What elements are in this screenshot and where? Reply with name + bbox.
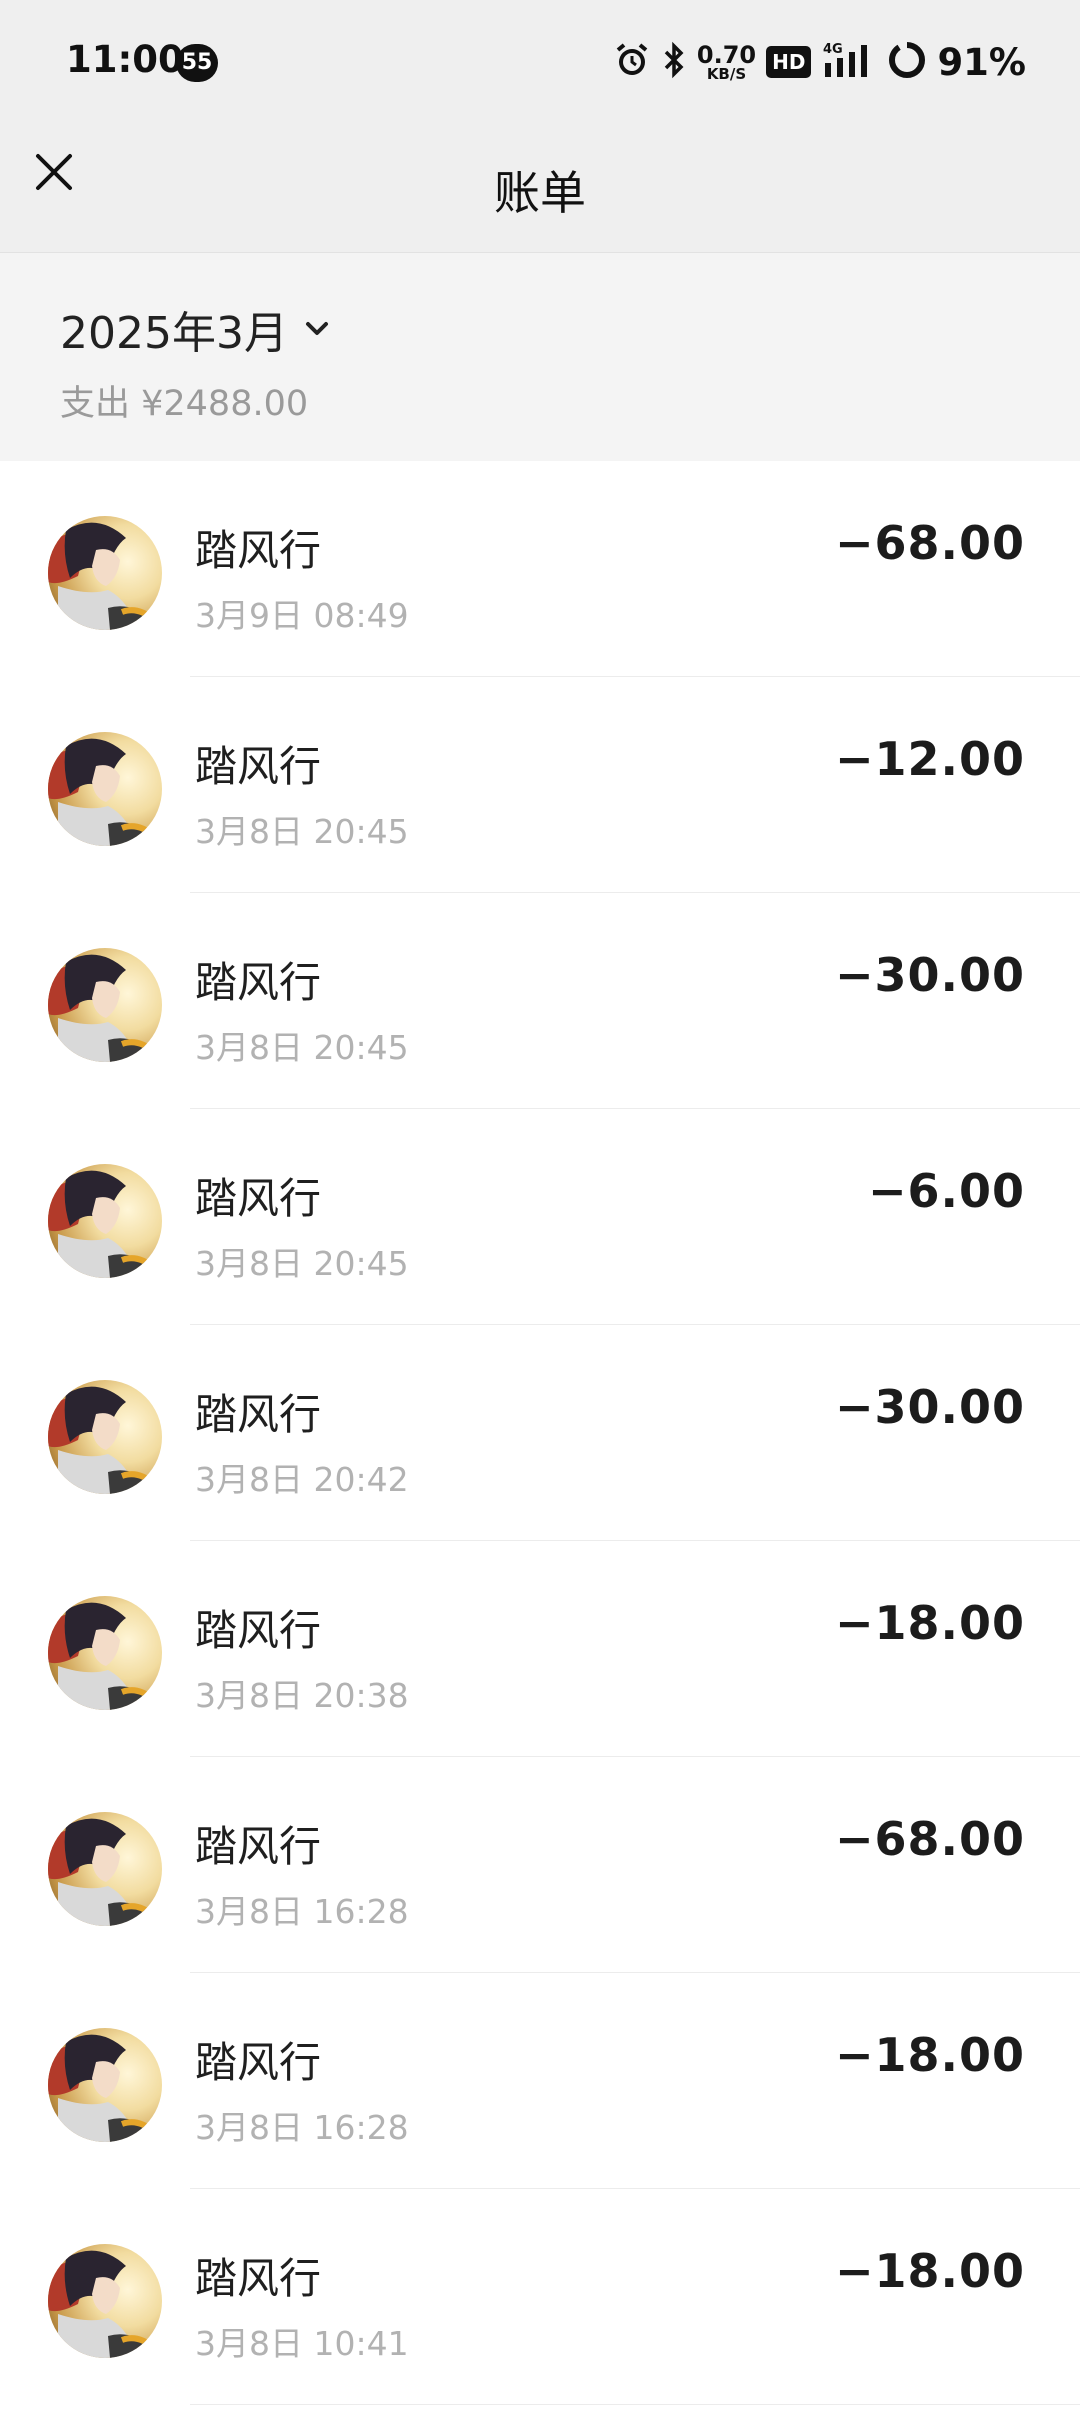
transaction-row[interactable]: 踏风行 3月8日 16:28 −68.00: [0, 1757, 1080, 1973]
transaction-row[interactable]: 踏风行 3月8日 20:45 −30.00: [0, 893, 1080, 1109]
notification-badge: 55: [176, 44, 218, 82]
hd-badge: HD: [766, 46, 812, 78]
transaction-row[interactable]: 踏风行 3月8日 20:42 −30.00: [0, 1325, 1080, 1541]
bluetooth-icon: [661, 41, 687, 83]
transaction-amount: −12.00: [834, 732, 1025, 786]
transaction-time: 3月8日 20:45: [195, 812, 409, 851]
merchant-name: 踏风行: [195, 1174, 322, 1223]
avatar: [48, 516, 162, 630]
transaction-amount: −30.00: [834, 1380, 1025, 1434]
svg-text:4G: 4G: [823, 42, 843, 57]
merchant-name: 踏风行: [195, 2254, 322, 2303]
merchant-name: 踏风行: [195, 742, 322, 791]
merchant-name: 踏风行: [195, 1606, 322, 1655]
status-bar: 11:00 55 0.70 KB/S HD 4G 91%: [0, 0, 1080, 124]
transaction-time: 3月9日 08:49: [195, 596, 409, 635]
status-time: 11:00: [66, 38, 184, 81]
merchant-name: 踏风行: [195, 958, 322, 1007]
transaction-amount: −18.00: [834, 2028, 1025, 2082]
merchant-name: 踏风行: [195, 1822, 322, 1871]
transaction-list: 踏风行 3月9日 08:49 −68.00 踏风行 3月8日 20:45 −12…: [0, 461, 1080, 2405]
divider: [190, 2404, 1080, 2405]
avatar: [48, 1380, 162, 1494]
avatar: [48, 948, 162, 1062]
transaction-row[interactable]: 踏风行 3月8日 20:45 −12.00: [0, 677, 1080, 893]
month-label: 2025年3月: [60, 308, 288, 359]
transaction-time: 3月8日 20:45: [195, 1028, 409, 1067]
merchant-name: 踏风行: [195, 2038, 322, 2087]
transaction-row[interactable]: 踏风行 3月9日 08:49 −68.00: [0, 461, 1080, 677]
avatar: [48, 1812, 162, 1926]
net-speed: 0.70 KB/S: [696, 40, 757, 83]
avatar: [48, 2244, 162, 2358]
transaction-time: 3月8日 20:38: [195, 1676, 409, 1715]
alarm-icon: [613, 41, 651, 83]
battery-icon: [887, 40, 927, 84]
status-icons: 0.70 KB/S HD 4G 91%: [613, 36, 1026, 88]
battery-percent: 91%: [937, 40, 1026, 84]
transaction-row[interactable]: 踏风行 3月8日 10:41 −18.00: [0, 2189, 1080, 2405]
avatar: [48, 2028, 162, 2142]
avatar: [48, 1596, 162, 1710]
transaction-time: 3月8日 10:41: [195, 2324, 409, 2363]
signal-icon: 4G: [821, 41, 877, 83]
transaction-row[interactable]: 踏风行 3月8日 16:28 −18.00: [0, 1973, 1080, 2189]
transaction-time: 3月8日 20:42: [195, 1460, 409, 1499]
transaction-time: 3月8日 20:45: [195, 1244, 409, 1283]
transaction-amount: −18.00: [834, 1596, 1025, 1650]
avatar: [48, 732, 162, 846]
merchant-name: 踏风行: [195, 1390, 322, 1439]
transaction-amount: −68.00: [834, 516, 1025, 570]
transaction-amount: −30.00: [834, 948, 1025, 1002]
page-title: 账单: [494, 166, 586, 220]
merchant-name: 踏风行: [195, 526, 322, 575]
avatar: [48, 1164, 162, 1278]
month-selector[interactable]: 2025年3月: [60, 297, 332, 361]
transaction-amount: −68.00: [834, 1812, 1025, 1866]
transaction-amount: −18.00: [834, 2244, 1025, 2298]
spend-total: 支出 ¥2488.00: [60, 384, 309, 424]
chevron-down-icon: [305, 322, 328, 335]
transaction-time: 3月8日 16:28: [195, 1892, 409, 1931]
transaction-row[interactable]: 踏风行 3月8日 20:38 −18.00: [0, 1541, 1080, 1757]
transaction-amount: −6.00: [867, 1164, 1025, 1218]
transaction-row[interactable]: 踏风行 3月8日 20:45 −6.00: [0, 1109, 1080, 1325]
transaction-time: 3月8日 16:28: [195, 2108, 409, 2147]
